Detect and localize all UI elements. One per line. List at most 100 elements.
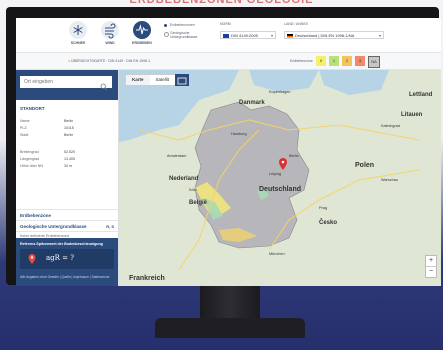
zone-swatch-na[interactable]: NA (368, 56, 380, 68)
germany-region (194, 101, 310, 249)
land-select[interactable]: Deutschland | DIN EN 1998-1/NA ▾ (284, 31, 384, 39)
label-warschau: Warschau (381, 178, 398, 182)
label-belgie: België (189, 200, 208, 206)
snow-label: SCHNEE (70, 41, 86, 45)
label-hamburg: Hamburg (231, 132, 247, 136)
info-value-box: agR = ? (20, 249, 114, 269)
accordion-label: Erdbebenzone (20, 213, 52, 218)
fullscreen-icon (177, 77, 187, 85)
row-key: Längengrad (20, 157, 40, 161)
label-danmark: Danmark (239, 100, 265, 106)
row-value: 10115 (64, 126, 74, 130)
germany-flag-icon (287, 34, 293, 38)
search-input[interactable] (20, 76, 112, 88)
search-bar (16, 70, 118, 100)
standort-title: STANDORT (20, 106, 45, 111)
label-leipzig: Leipzig (269, 172, 282, 176)
monitor-stand-base (155, 318, 305, 338)
row-value: Berlin (64, 119, 74, 123)
info-title: Referenz-Spitzenwert der Bodenbeschleuni… (20, 242, 103, 246)
wind-button[interactable]: WIND (96, 21, 124, 45)
zone-swatch-2[interactable]: 2 (342, 56, 352, 66)
option-radio-zones[interactable] (164, 24, 167, 27)
map-pin-icon (28, 254, 36, 264)
row-key: Höhe über NN (20, 164, 43, 168)
footer-links[interactable]: Alle Angaben ohne Gewähr | Quelle | Impr… (20, 275, 109, 279)
zones-label: Erdbebenzone (290, 59, 313, 63)
label-koeln: Köln (189, 188, 197, 192)
accordion-label: Geologische Untergrundklasse (20, 224, 87, 229)
label-berlin: Berlin (289, 154, 299, 158)
option-zones-label: Erdbebenzonen (170, 23, 195, 27)
label-amsterdam: Amsterdam (167, 154, 187, 158)
tab-satellit[interactable]: Satellit (150, 75, 176, 85)
fullscreen-button[interactable] (175, 74, 189, 86)
map-type-tabs: Karte Satellit (125, 74, 177, 86)
standort-row: Stadt Berlin (20, 133, 73, 137)
label-litauen: Litauen (401, 112, 423, 118)
land-label: LAND / ANNEX (284, 22, 309, 26)
eu-flag-icon (223, 34, 229, 38)
seismograph-icon (133, 21, 151, 39)
chevron-down-icon: ▾ (270, 33, 273, 38)
row-value: Berlin (64, 133, 74, 137)
label-kaliningrad: Kaliningrad (381, 124, 400, 128)
wind-icon (101, 21, 119, 39)
snowflake-icon (69, 21, 87, 39)
earthquake-button[interactable]: ERDBEBEN (128, 21, 156, 45)
coord-row: Breitengrad 52.520 (20, 150, 75, 154)
row-key: PLZ (20, 126, 27, 130)
label-deutschland: Deutschland (259, 186, 302, 193)
row-key: Stadt (20, 133, 29, 137)
breadcrumb-text: ÜBERSICHTSKARTE · DIN 4149 · DIN EN 1998… (71, 59, 151, 63)
accordion-erdbebenzone[interactable]: Erdbebenzone (16, 209, 118, 220)
label-kopenhagen: Kopenhagen (269, 90, 291, 94)
standort-row: PLZ 10115 (20, 126, 74, 130)
norm-select-value: DIN 4149:2005 (231, 33, 258, 38)
zone-swatch-0[interactable]: 0 (316, 56, 326, 66)
row-value: 34 m (64, 164, 72, 168)
zoom-control: + − (425, 255, 437, 278)
label-prag: Prag (319, 206, 328, 210)
coord-row: Höhe über NN 34 m (20, 164, 72, 168)
app-screen: SCHNEE WIND ERDBEBEN Erdbebenzonen Geolo… (16, 18, 441, 286)
label-nederland: Nederland (169, 176, 199, 182)
norm-label: NORM (220, 22, 231, 26)
label-muenchen: München (269, 252, 285, 256)
coord-row: Längengrad 13.405 (20, 157, 75, 161)
location-icon: ● (68, 59, 71, 63)
option-geology-label: Geologische Untergrundklasse (170, 31, 198, 39)
land-select-value: Deutschland | DIN EN 1998-1/NA (295, 33, 355, 38)
option-radio-geology[interactable] (164, 32, 169, 37)
pga-formula: agR = ? (46, 254, 74, 262)
breadcrumb: ● ÜBERSICHTSKARTE · DIN 4149 · DIN EN 19… (68, 59, 150, 63)
tab-karte[interactable]: Karte (126, 75, 150, 85)
search-icon[interactable] (100, 78, 108, 91)
chevron-down-icon: ▾ (378, 33, 381, 38)
earthquake-label: ERDBEBEN (132, 41, 152, 45)
sub-header: ● ÜBERSICHTSKARTE · DIN 4149 · DIN EN 19… (16, 53, 441, 70)
app-header: SCHNEE WIND ERDBEBEN Erdbebenzonen Geolo… (16, 18, 441, 53)
label-frankreich: Frankreich (129, 275, 165, 282)
norm-select[interactable]: DIN 4149:2005 ▾ (220, 31, 276, 39)
zoom-out-button[interactable]: − (426, 266, 436, 277)
row-value: 52.520 (64, 150, 75, 154)
standort-row: Name Berlin (20, 119, 73, 123)
wind-label: WIND (105, 41, 115, 45)
zone-swatch-1[interactable]: 1 (329, 56, 339, 66)
map-view[interactable]: Karte Satellit Danmark Nederland Deutsch… (119, 70, 441, 286)
row-value: 13.405 (64, 157, 75, 161)
monitor-frame: SCHNEE WIND ERDBEBEN Erdbebenzonen Geolo… (6, 7, 441, 286)
zone-swatch-3[interactable]: 3 (355, 56, 365, 66)
monitor-stand (200, 282, 260, 322)
row-key: Breitengrad (20, 150, 39, 154)
snow-button[interactable]: SCHNEE (64, 21, 92, 45)
row-key: Name (20, 119, 30, 123)
label-cesko: Česko (319, 220, 338, 226)
zoom-in-button[interactable]: + (426, 256, 436, 266)
label-polen: Polen (355, 162, 375, 169)
info-panel: Referenz-Spitzenwert der Bodenbeschleuni… (16, 238, 118, 286)
label-lettland: Lettland (409, 92, 433, 98)
sidebar: STANDORT Name Berlin PLZ 10115 Stadt Berlin… (16, 70, 119, 286)
accordion-untergrundklasse[interactable]: Geologische Untergrundklasse R, S (16, 220, 118, 231)
